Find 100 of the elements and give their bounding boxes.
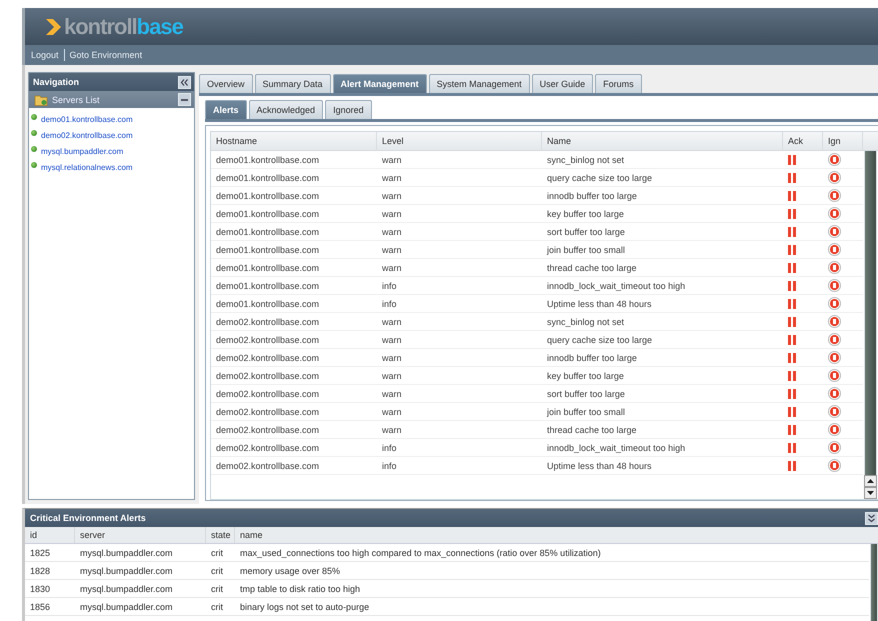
collapse-icon[interactable] xyxy=(178,76,191,88)
stop-icon[interactable] xyxy=(828,405,841,418)
pause-icon[interactable] xyxy=(788,244,796,254)
table-cell-text: innodb_lock_wait_timeout too high xyxy=(546,442,686,452)
pause-icon[interactable] xyxy=(788,352,796,362)
stop-icon[interactable] xyxy=(828,225,841,238)
stop-icon[interactable] xyxy=(828,279,841,292)
pause-icon[interactable] xyxy=(788,442,796,452)
table-cell-text: warn xyxy=(381,334,403,344)
pause-icon[interactable] xyxy=(788,388,796,398)
server-link[interactable]: demo01.kontrollbase.com xyxy=(41,114,133,124)
table-cell-text: demo01.kontrollbase.com xyxy=(215,262,320,272)
pause-icon[interactable] xyxy=(788,316,796,326)
table-cell-text: mysql.bumpaddler.com xyxy=(79,566,174,576)
column-header[interactable]: server xyxy=(75,527,206,543)
pause-icon[interactable] xyxy=(788,370,796,380)
table-cell-text: warn xyxy=(381,424,403,434)
tab[interactable]: Summary Data xyxy=(254,74,331,93)
stop-icon[interactable] xyxy=(828,153,841,166)
stop-icon[interactable] xyxy=(828,243,841,256)
tab[interactable]: System Management xyxy=(428,74,530,93)
pause-icon[interactable] xyxy=(788,208,796,218)
tab[interactable]: Alerts xyxy=(205,100,247,119)
expand-icon[interactable] xyxy=(865,512,878,524)
table-cell-text: warn xyxy=(381,370,403,380)
status-dot-icon xyxy=(31,114,37,120)
minimize-icon[interactable] xyxy=(178,93,191,106)
column-header[interactable]: name xyxy=(235,527,878,543)
table-cell-text: info xyxy=(381,460,398,470)
table-cell-text: demo02.kontrollbase.com xyxy=(215,424,320,434)
status-dot-icon xyxy=(31,162,37,168)
table-cell-text: 1825 xyxy=(29,548,52,558)
tab[interactable]: Alert Management xyxy=(332,74,427,93)
table-cell-text: demo01.kontrollbase.com xyxy=(215,226,320,236)
scrollbar[interactable] xyxy=(864,151,877,499)
column-header[interactable]: Ign xyxy=(823,132,863,150)
column-header[interactable]: Level xyxy=(377,132,542,150)
stop-icon[interactable] xyxy=(828,297,841,310)
table-cell-text: crit xyxy=(210,584,224,594)
column-header[interactable]: Hostname xyxy=(211,132,377,150)
table-cell-text: demo02.kontrollbase.com xyxy=(215,370,320,380)
pause-icon[interactable] xyxy=(788,334,796,344)
stop-icon[interactable] xyxy=(828,189,841,202)
table-cell-text: demo01.kontrollbase.com xyxy=(215,280,320,290)
folder-icon xyxy=(34,94,48,106)
pause-icon[interactable] xyxy=(788,424,796,434)
table-cell-text: demo01.kontrollbase.com xyxy=(215,190,320,200)
column-header[interactable]: id xyxy=(25,527,75,543)
table-cell-text: demo02.kontrollbase.com xyxy=(215,316,320,326)
column-header[interactable]: state xyxy=(206,527,235,543)
tab[interactable]: Forums xyxy=(595,74,642,93)
top-link[interactable]: Logout xyxy=(31,50,59,60)
table-cell-text: demo02.kontrollbase.com xyxy=(215,406,320,416)
table-cell-text: warn xyxy=(381,172,403,182)
stop-icon[interactable] xyxy=(828,171,841,184)
server-link[interactable]: mysql.bumpaddler.com xyxy=(41,146,124,156)
stop-icon[interactable] xyxy=(828,459,841,472)
tab[interactable]: Ignored xyxy=(325,100,372,119)
status-dot-icon xyxy=(31,130,37,136)
stop-icon[interactable] xyxy=(828,351,841,364)
top-link[interactable]: Goto Environment xyxy=(70,50,142,60)
table-cell-text: demo02.kontrollbase.com xyxy=(215,352,320,362)
stop-icon[interactable] xyxy=(828,423,841,436)
stop-icon[interactable] xyxy=(828,369,841,382)
pause-icon[interactable] xyxy=(788,172,796,182)
stop-icon[interactable] xyxy=(828,207,841,220)
table-cell-text: sync_binlog not set xyxy=(546,316,626,326)
stop-icon[interactable] xyxy=(828,315,841,328)
table-cell-text: warn xyxy=(381,406,403,416)
panel-title: Navigation xyxy=(33,77,80,87)
tab[interactable]: Acknowledged xyxy=(248,100,324,119)
column-header[interactable]: Name xyxy=(542,132,783,150)
tab[interactable]: Overview xyxy=(199,74,253,93)
pause-icon[interactable] xyxy=(788,154,796,164)
stop-icon[interactable] xyxy=(828,387,841,400)
pause-icon[interactable] xyxy=(788,406,796,416)
scroll-down-icon[interactable] xyxy=(864,487,877,499)
pause-icon[interactable] xyxy=(788,280,796,290)
table-cell-text: key buffer too large xyxy=(546,208,625,218)
table-cell-text: demo02.kontrollbase.com xyxy=(215,334,320,344)
pause-icon[interactable] xyxy=(788,190,796,200)
pause-icon[interactable] xyxy=(788,460,796,470)
column-header[interactable]: Ack xyxy=(783,132,823,150)
stop-icon[interactable] xyxy=(828,441,841,454)
table-cell-text: demo02.kontrollbase.com xyxy=(215,388,320,398)
table-cell-text: demo01.kontrollbase.com xyxy=(215,154,320,164)
pause-icon[interactable] xyxy=(788,298,796,308)
table-cell-text: warn xyxy=(381,190,403,200)
stop-icon[interactable] xyxy=(828,261,841,274)
scroll-up-icon[interactable] xyxy=(864,475,877,487)
server-link[interactable]: mysql.relationalnews.com xyxy=(41,162,133,172)
scrollbar[interactable] xyxy=(870,544,878,621)
pause-icon[interactable] xyxy=(788,262,796,272)
table-cell-text: crit xyxy=(210,548,224,558)
stop-icon[interactable] xyxy=(828,333,841,346)
table-cell-text: info xyxy=(381,280,398,290)
pause-icon[interactable] xyxy=(788,226,796,236)
panel-title: Critical Environment Alerts xyxy=(30,513,146,523)
tab[interactable]: User Guide xyxy=(532,74,594,93)
server-link[interactable]: demo02.kontrollbase.com xyxy=(41,130,133,140)
